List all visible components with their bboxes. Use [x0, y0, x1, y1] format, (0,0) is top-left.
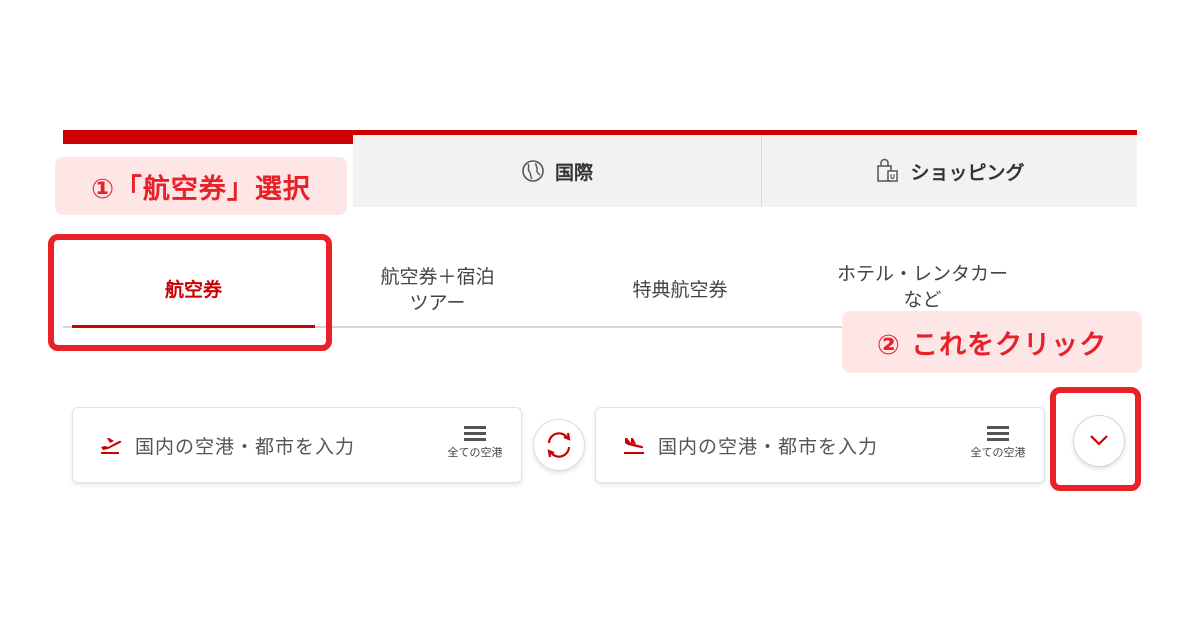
arrival-placeholder: 国内の空港・都市を入力 [658, 436, 879, 458]
departure-placeholder: 国内の空港・都市を入力 [135, 436, 356, 458]
tab-shopping-label: ショッピング [910, 161, 1025, 184]
departure-airport-input[interactable]: 国内の空港・都市を入力 全ての空港 [72, 407, 522, 483]
arrival-all-airports-label: 全ての空港 [970, 446, 1026, 459]
annotation-step2: ② これをクリック [842, 311, 1142, 373]
arrival-airport-input[interactable]: 国内の空港・都市を入力 全ての空港 [595, 407, 1045, 483]
tab-international-label: 国際 [554, 161, 593, 184]
subtab-award-label: 特典航空券 [632, 279, 728, 302]
subtab-award-ticket[interactable]: 特典航空券 [580, 258, 780, 324]
subtab-flight-hotel-tour[interactable]: 航空券＋宿泊 ツアー [330, 258, 545, 324]
tab-international[interactable]: 国際 [353, 135, 762, 207]
plane-landing-icon [622, 434, 646, 454]
subtab-flight-hotel-label: 航空券＋宿泊 ツアー [380, 266, 495, 314]
swap-airports-button[interactable] [533, 419, 585, 471]
list-icon [987, 426, 1009, 441]
shopping-bag-icon [874, 158, 900, 184]
plane-takeoff-icon [99, 434, 123, 454]
subtab-hotel-rental-car[interactable]: ホテル・レンタカー など [800, 262, 1045, 310]
globe-icon [521, 159, 545, 183]
tab-shopping[interactable]: ショッピング [762, 135, 1137, 207]
swap-icon [547, 432, 571, 458]
departure-all-airports-label: 全ての空港 [447, 446, 503, 459]
arrival-all-airports-button[interactable]: 全ての空港 [964, 424, 1032, 472]
list-icon [464, 426, 486, 441]
highlight-frame-expand-button [1050, 387, 1141, 491]
departure-all-airports-button[interactable]: 全ての空港 [441, 424, 509, 472]
highlight-frame-flight-tab [48, 234, 332, 351]
subtab-hotel-car-label: ホテル・レンタカー など [836, 263, 1008, 310]
annotation-step1: ①「航空券」選択 [55, 157, 347, 215]
tab-domestic-active-bar[interactable] [63, 130, 353, 144]
